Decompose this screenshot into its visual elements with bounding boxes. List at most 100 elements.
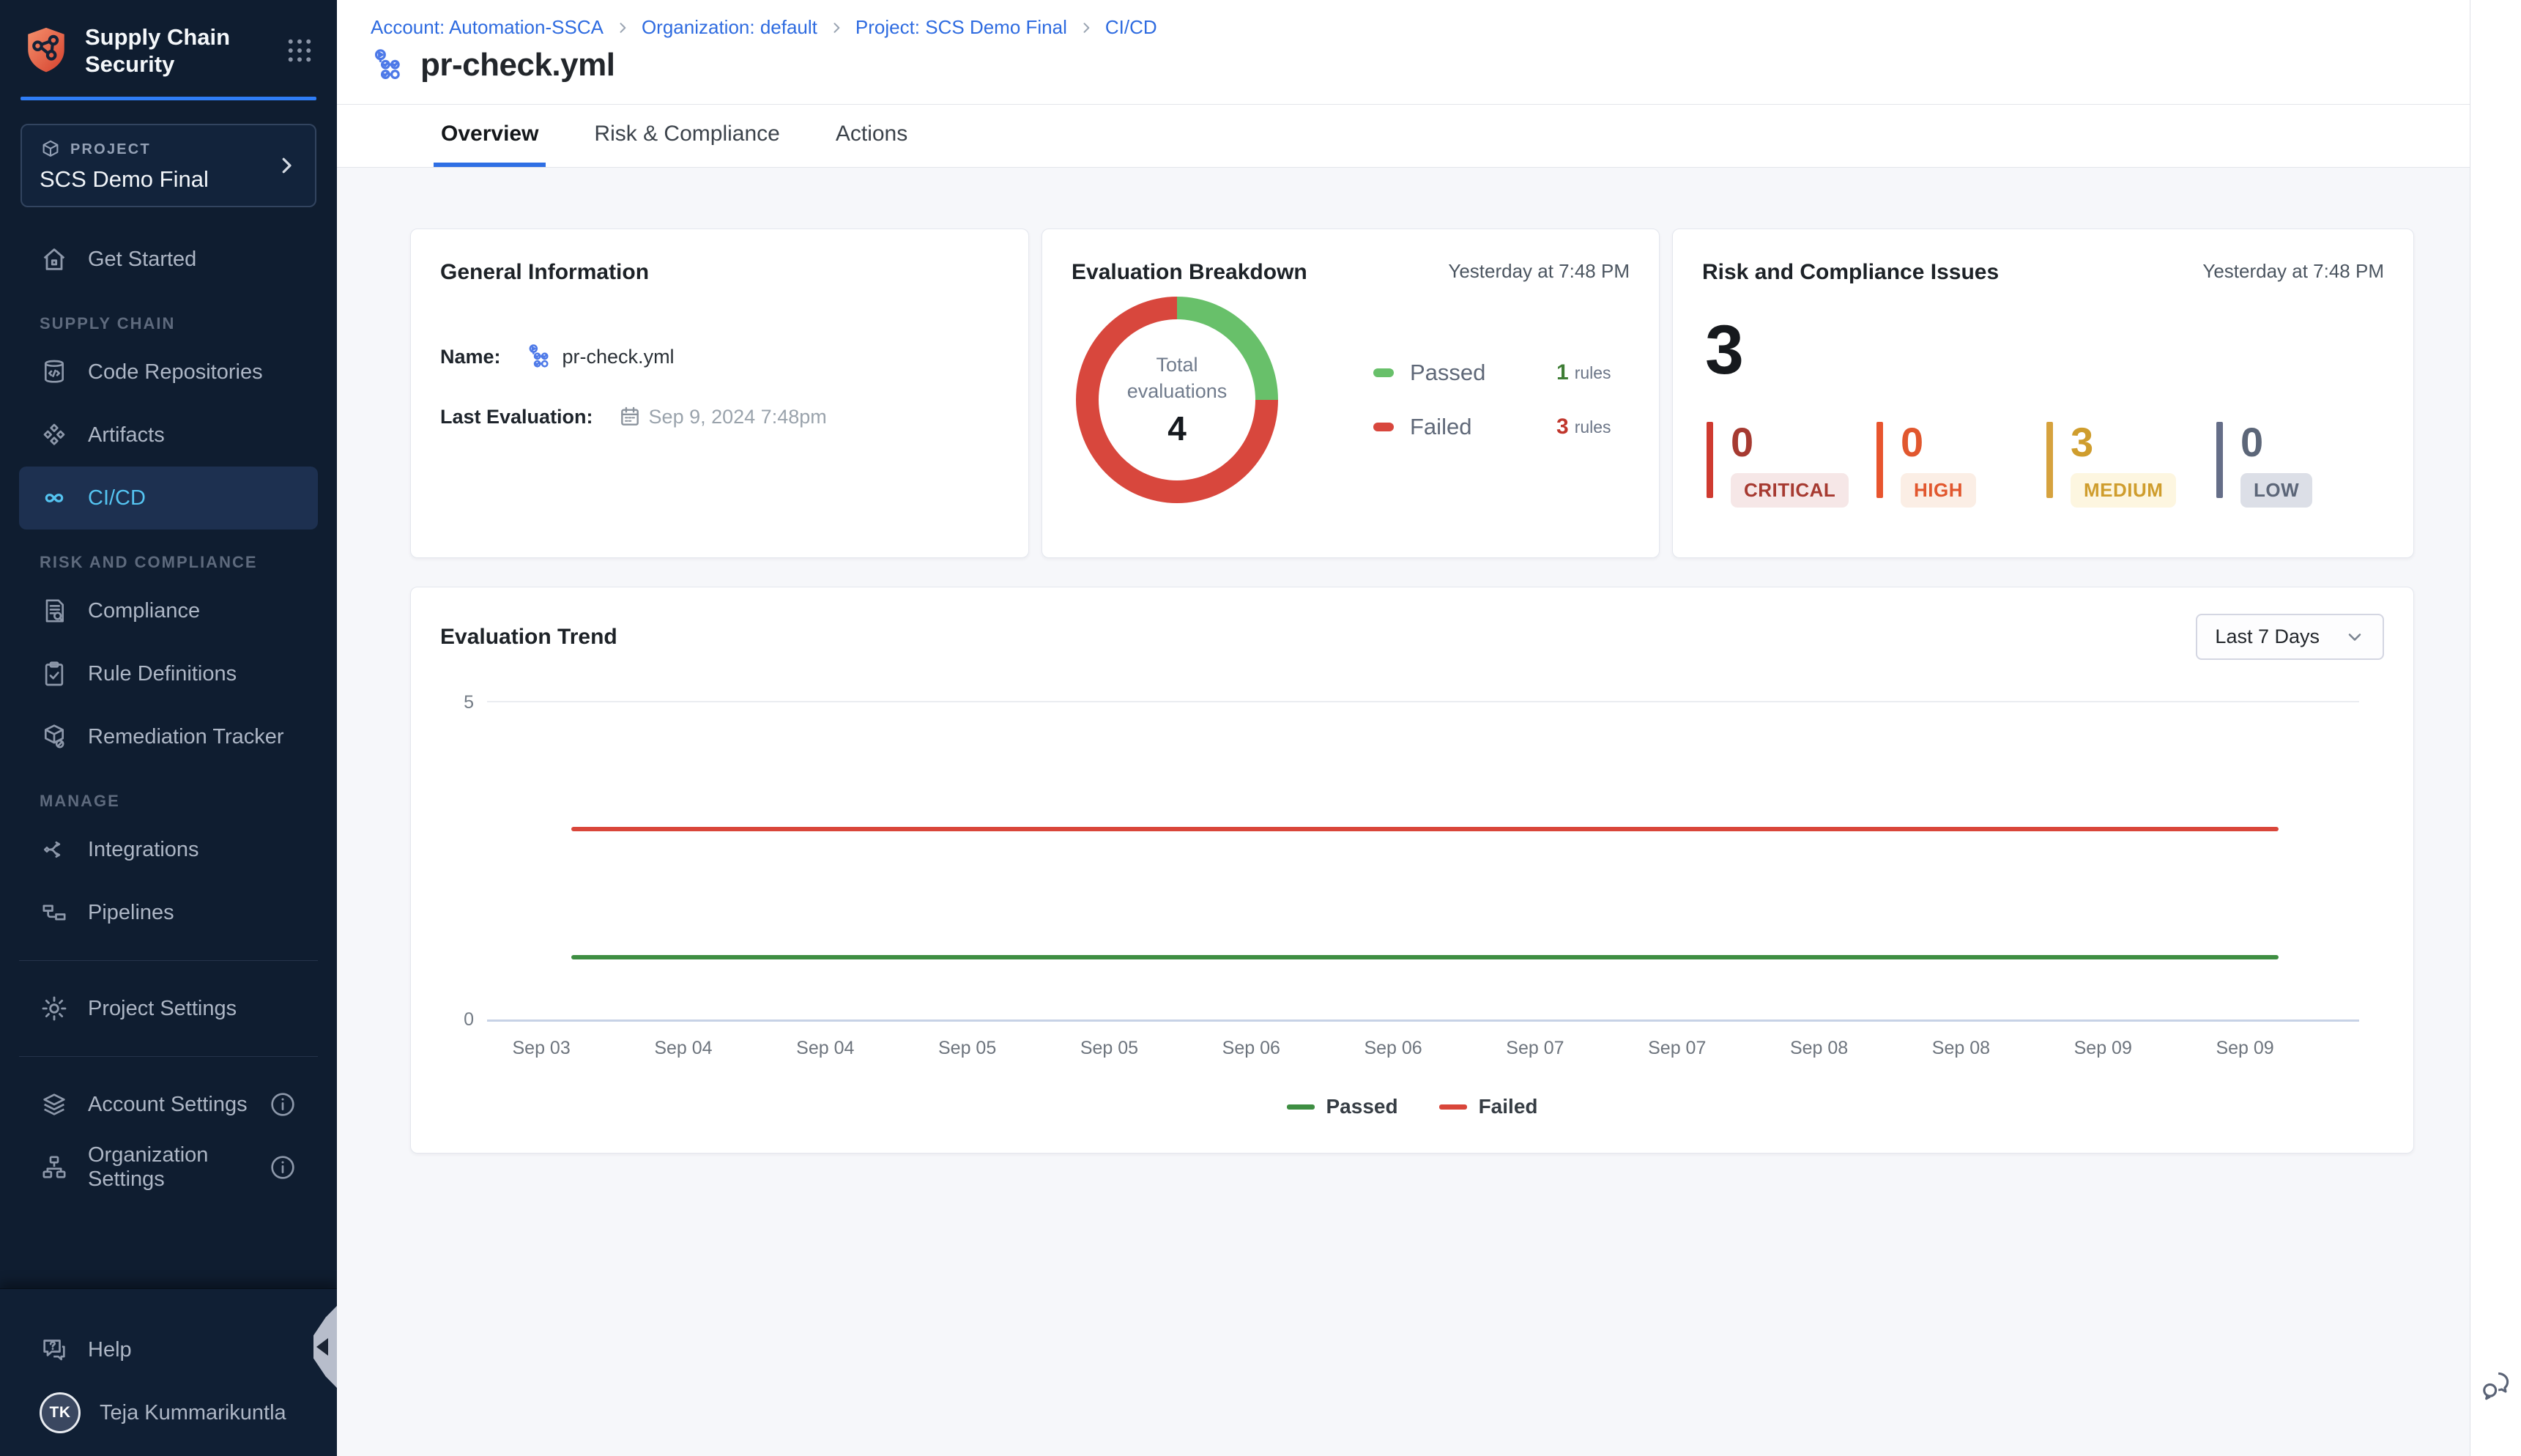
sidebar-item-label: Artifacts	[88, 423, 165, 447]
code-repository-icon	[40, 357, 69, 387]
total-issues-count: 3	[1705, 316, 2413, 385]
info-icon[interactable]	[268, 1153, 297, 1182]
legend-label: Passed	[1326, 1095, 1398, 1118]
x-axis-label: Sep 08	[1790, 1038, 1848, 1059]
x-axis-label: Sep 04	[654, 1038, 712, 1059]
trend-plot	[487, 701, 2359, 1022]
legend-label: Passed	[1410, 360, 1556, 386]
app-root: Supply Chain Security PROJECT SCS Demo F…	[0, 0, 2521, 1456]
supply-chain-security-logo-icon	[22, 25, 70, 76]
breadcrumb-organization[interactable]: Organization: default	[642, 16, 817, 39]
right-rail	[2470, 0, 2521, 1456]
sidebar-item-label: Help	[88, 1338, 132, 1362]
severity-badge: CRITICAL	[1731, 473, 1849, 508]
breadcrumb-cicd[interactable]: CI/CD	[1105, 16, 1157, 39]
chevron-right-icon	[1079, 21, 1094, 35]
info-icon[interactable]	[268, 1090, 297, 1119]
severity-column: 3 MEDIUM	[2046, 422, 2216, 508]
calendar-icon	[618, 405, 642, 428]
severity-column: 0 CRITICAL	[1707, 422, 1876, 508]
severity-column: 0 HIGH	[1876, 422, 2046, 508]
severity-column: 0 LOW	[2216, 422, 2386, 508]
breadcrumb-account[interactable]: Account: Automation-SSCA	[371, 16, 604, 39]
compliance-document-icon	[40, 596, 69, 625]
sidebar-section-manage: MANAGE	[19, 792, 318, 811]
pipelines-icon	[40, 898, 69, 927]
integrations-icon	[40, 835, 69, 864]
sidebar-header: Supply Chain Security	[0, 0, 337, 78]
x-axis-line	[487, 1019, 2359, 1022]
passed-line-swatch	[1287, 1104, 1315, 1110]
page-header: Account: Automation-SSCA Organization: d…	[337, 0, 2470, 105]
sidebar-item-organization-settings[interactable]: Organization Settings	[19, 1136, 318, 1199]
sidebar-item-account-settings[interactable]: Account Settings	[19, 1073, 318, 1136]
x-axis-label: Sep 07	[1648, 1038, 1706, 1059]
last-evaluation-label: Last Evaluation:	[440, 406, 593, 428]
chevron-right-icon	[615, 21, 630, 35]
severity-badge: LOW	[2240, 473, 2312, 508]
remediation-box-icon	[40, 722, 69, 751]
x-axis-label: Sep 06	[1222, 1038, 1280, 1059]
sidebar-item-label: Remediation Tracker	[88, 725, 284, 749]
title-row: pr-check.yml	[371, 46, 2470, 84]
x-axis-label: Sep 05	[1080, 1038, 1138, 1059]
sidebar-item-help[interactable]: Help	[19, 1318, 318, 1381]
help-chat-icon	[40, 1335, 69, 1364]
evaluation-trend-card: Evaluation Trend Last 7 Days 5 0 Sep 03S…	[410, 587, 2414, 1154]
sidebar-divider	[19, 960, 318, 961]
chevron-right-icon	[829, 21, 844, 35]
sidebar-item-artifacts[interactable]: Artifacts	[19, 404, 318, 467]
time-range-select[interactable]: Last 7 Days	[2196, 614, 2384, 660]
tab-risk-compliance[interactable]: Risk & Compliance	[587, 105, 787, 167]
project-eyebrow: PROJECT	[70, 141, 151, 158]
trend-legend: Passed Failed	[411, 1095, 2413, 1118]
main-area: Account: Automation-SSCA Organization: d…	[337, 0, 2470, 1456]
severity-bar	[2046, 422, 2053, 498]
user-menu[interactable]: TK Teja Kummarikuntla	[19, 1381, 318, 1444]
sidebar-item-integrations[interactable]: Integrations	[19, 818, 318, 881]
breadcrumb-project[interactable]: Project: SCS Demo Final	[855, 16, 1067, 39]
sidebar-footer: Help TK Teja Kummarikuntla	[0, 1288, 337, 1456]
tab-overview[interactable]: Overview	[434, 105, 546, 167]
passed-swatch	[1373, 368, 1394, 377]
x-axis-label: Sep 09	[2216, 1038, 2273, 1059]
sidebar-item-rule-definitions[interactable]: Rule Definitions	[19, 642, 318, 705]
gear-icon	[40, 994, 69, 1023]
artifacts-icon	[40, 420, 69, 450]
sidebar: Supply Chain Security PROJECT SCS Demo F…	[0, 0, 337, 1456]
name-label: Name:	[440, 346, 501, 368]
sidebar-item-code-repositories[interactable]: Code Repositories	[19, 341, 318, 404]
sidebar-item-compliance[interactable]: Compliance	[19, 579, 318, 642]
sidebar-item-project-settings[interactable]: Project Settings	[19, 977, 318, 1040]
sidebar-divider	[19, 1056, 318, 1057]
donut-center-label: Total evaluations	[1115, 352, 1239, 405]
collapse-left-arrow-icon	[316, 1338, 328, 1356]
trend-legend-item[interactable]: Passed	[1287, 1095, 1398, 1118]
sidebar-section-supply-chain: SUPPLY CHAIN	[19, 314, 318, 333]
evaluation-donut: Total evaluations 4	[1076, 297, 1278, 503]
sidebar-item-get-started[interactable]: Get Started	[19, 228, 318, 291]
avatar: TK	[40, 1392, 81, 1433]
sidebar-item-label: CI/CD	[88, 486, 146, 510]
sidebar-nav: Get Started SUPPLY CHAIN Code Repositori…	[0, 228, 337, 1199]
severity-bar	[2216, 422, 2223, 498]
name-row: Name: pr-check.yml	[440, 342, 999, 371]
chat-bubbles-icon[interactable]	[2478, 1367, 2514, 1403]
sidebar-item-label: Organization Settings	[88, 1143, 249, 1192]
project-selector[interactable]: PROJECT SCS Demo Final	[21, 124, 316, 207]
sidebar-item-label: Rule Definitions	[88, 662, 237, 686]
app-grid-icon[interactable]	[284, 35, 315, 66]
sidebar-item-pipelines[interactable]: Pipelines	[19, 881, 318, 944]
trend-legend-item[interactable]: Failed	[1439, 1095, 1538, 1118]
card-title: Evaluation Breakdown	[1072, 260, 1307, 285]
x-axis-label: Sep 09	[2074, 1038, 2132, 1059]
x-axis-label: Sep 05	[938, 1038, 996, 1059]
user-name: Teja Kummarikuntla	[100, 1401, 286, 1425]
sidebar-item-label: Compliance	[88, 599, 200, 623]
sidebar-item-remediation-tracker[interactable]: Remediation Tracker	[19, 705, 318, 768]
overview-content: General Information Name:	[337, 168, 2470, 1456]
breakdown-legend-row: Failed 3 rules	[1373, 414, 1611, 440]
chevron-right-icon	[275, 155, 297, 177]
tab-actions[interactable]: Actions	[828, 105, 915, 167]
sidebar-item-cicd[interactable]: CI/CD	[19, 467, 318, 530]
